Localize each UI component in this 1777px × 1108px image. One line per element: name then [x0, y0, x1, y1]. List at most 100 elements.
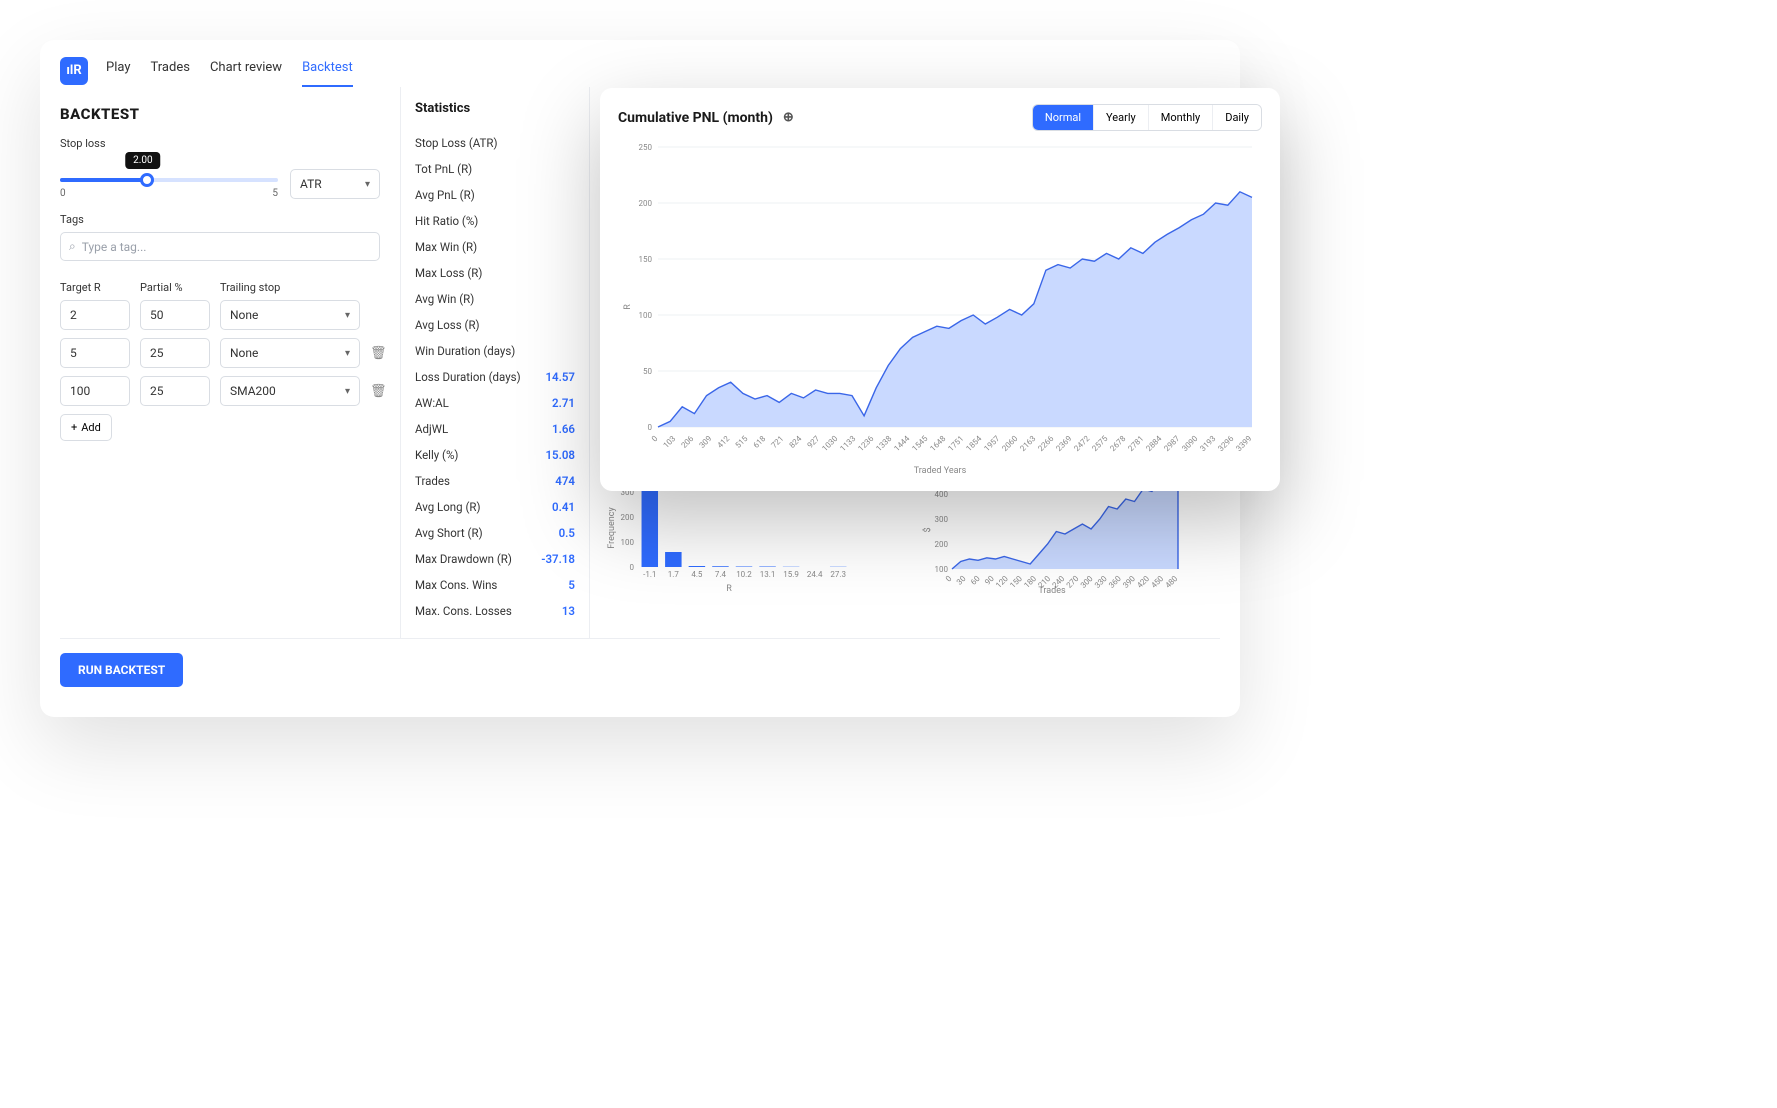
svg-text:Trades: Trades [1038, 586, 1066, 595]
trailing-select[interactable]: SMA200▾ [220, 376, 360, 406]
chevron-down-icon: ▾ [365, 179, 370, 190]
stat-value: -37.18 [541, 552, 575, 566]
svg-text:1338: 1338 [874, 434, 893, 453]
svg-text:100: 100 [639, 311, 653, 320]
svg-text:0: 0 [650, 434, 660, 444]
svg-text:30: 30 [955, 574, 968, 587]
svg-text:Frequency: Frequency [607, 507, 617, 549]
svg-text:1648: 1648 [928, 434, 947, 453]
seg-daily[interactable]: Daily [1212, 105, 1261, 130]
slider-thumb[interactable] [140, 173, 154, 187]
add-label: Add [81, 421, 101, 434]
stop-loss-unit-select[interactable]: ATR ▾ [290, 169, 380, 199]
svg-text:100: 100 [621, 538, 635, 547]
svg-text:3090: 3090 [1180, 434, 1199, 453]
svg-text:618: 618 [752, 434, 768, 450]
stat-value: 14.57 [545, 370, 575, 384]
svg-text:180: 180 [1022, 574, 1038, 590]
stat-row: Max Loss (R) [415, 260, 575, 286]
svg-text:120: 120 [994, 574, 1010, 590]
tags-label: Tags [60, 213, 380, 226]
tab-backtest[interactable]: Backtest [302, 54, 353, 87]
partial-input[interactable] [140, 376, 210, 406]
stat-key: Avg Long (R) [415, 500, 480, 514]
stat-row: Avg Short (R) 0.5 [415, 520, 575, 546]
delete-row-icon[interactable]: 🗑 [370, 384, 394, 399]
stat-value: 0.41 [552, 500, 575, 514]
svg-text:450: 450 [1149, 574, 1165, 590]
stat-key: Stop Loss (ATR) [415, 136, 498, 150]
svg-text:1133: 1133 [838, 434, 857, 453]
run-backtest-button[interactable]: RUN BACKTEST [60, 653, 183, 687]
stat-row: Tot PnL (R) [415, 156, 575, 182]
stat-value: 0.5 [559, 526, 575, 540]
svg-text:2884: 2884 [1144, 434, 1163, 453]
stat-row: Avg Win (R) [415, 286, 575, 312]
top-nav: ılR Play Trades Chart review Backtest [40, 40, 1240, 87]
svg-text:200: 200 [935, 540, 949, 549]
svg-text:300: 300 [1079, 574, 1095, 590]
svg-text:0: 0 [648, 423, 653, 432]
target-r-input[interactable] [60, 338, 130, 368]
svg-text:1751: 1751 [946, 434, 965, 453]
stat-value: 474 [555, 474, 575, 488]
svg-text:2678: 2678 [1108, 434, 1127, 453]
svg-text:300: 300 [935, 515, 949, 524]
tab-play[interactable]: Play [106, 54, 131, 87]
svg-text:27.3: 27.3 [830, 570, 846, 579]
target-r-header: Target R [60, 281, 130, 294]
stat-row: Max Win (R) [415, 234, 575, 260]
svg-text:0: 0 [630, 563, 635, 572]
app-logo: ılR [60, 57, 88, 85]
partial-input[interactable] [140, 338, 210, 368]
stat-key: AW:AL [415, 396, 449, 410]
stat-value: 5 [568, 578, 575, 592]
svg-text:270: 270 [1065, 574, 1081, 590]
svg-text:7.4: 7.4 [715, 570, 727, 579]
stat-row: Max. Cons. Losses13 [415, 598, 575, 624]
svg-text:1957: 1957 [982, 434, 1001, 453]
zoom-icon[interactable]: ⊕ [783, 110, 794, 125]
target-r-input[interactable] [60, 376, 130, 406]
svg-text:824: 824 [788, 434, 804, 450]
stop-loss-slider[interactable]: 2.00 0 5 [60, 156, 278, 199]
trailing-select[interactable]: None▾ [220, 300, 360, 330]
seg-normal[interactable]: Normal [1033, 105, 1093, 130]
stop-loss-value-bubble: 2.00 [125, 152, 161, 169]
cumulative-pnl-dialog: Cumulative PNL (month) ⊕ Normal Yearly M… [600, 88, 1280, 491]
stat-row: Stop Loss (ATR) [415, 130, 575, 156]
nav-tabs: Play Trades Chart review Backtest [106, 54, 353, 87]
svg-text:2575: 2575 [1090, 434, 1109, 453]
cumulative-pnl-title: Cumulative PNL (month) [618, 110, 773, 126]
trailing-header: Trailing stop [220, 281, 360, 294]
tab-trades[interactable]: Trades [151, 54, 190, 87]
svg-text:1444: 1444 [892, 434, 911, 453]
svg-text:4.5: 4.5 [691, 570, 703, 579]
tags-placeholder: Type a tag... [82, 240, 147, 254]
chevron-down-icon: ▾ [345, 310, 350, 321]
svg-text:3193: 3193 [1198, 434, 1217, 453]
add-target-button[interactable]: + Add [60, 414, 112, 441]
svg-text:50: 50 [643, 367, 652, 376]
partial-input[interactable] [140, 300, 210, 330]
stat-row: Max Drawdown (R)-37.18 [415, 546, 575, 572]
trailing-value: None [230, 346, 258, 360]
svg-text:150: 150 [1008, 574, 1024, 590]
svg-text:60: 60 [969, 574, 982, 587]
tags-input[interactable]: ⌕ Type a tag... [60, 232, 380, 261]
stat-row: Hit Ratio (%) [415, 208, 575, 234]
svg-text:206: 206 [680, 434, 696, 450]
tab-chart-review[interactable]: Chart review [210, 54, 282, 87]
stat-key: Avg Short (R) [415, 526, 483, 540]
trailing-select[interactable]: None ▾ [220, 338, 360, 368]
stat-row: Avg PnL (R) [415, 182, 575, 208]
stat-key: Trades [415, 474, 450, 488]
stat-value: 1.66 [552, 422, 575, 436]
chevron-down-icon: ▾ [345, 348, 350, 359]
stat-key: Avg PnL (R) [415, 188, 475, 202]
svg-text:R: R [726, 584, 732, 593]
delete-row-icon[interactable]: 🗑 [370, 346, 394, 361]
target-r-input[interactable] [60, 300, 130, 330]
seg-yearly[interactable]: Yearly [1093, 105, 1148, 130]
seg-monthly[interactable]: Monthly [1148, 105, 1213, 130]
